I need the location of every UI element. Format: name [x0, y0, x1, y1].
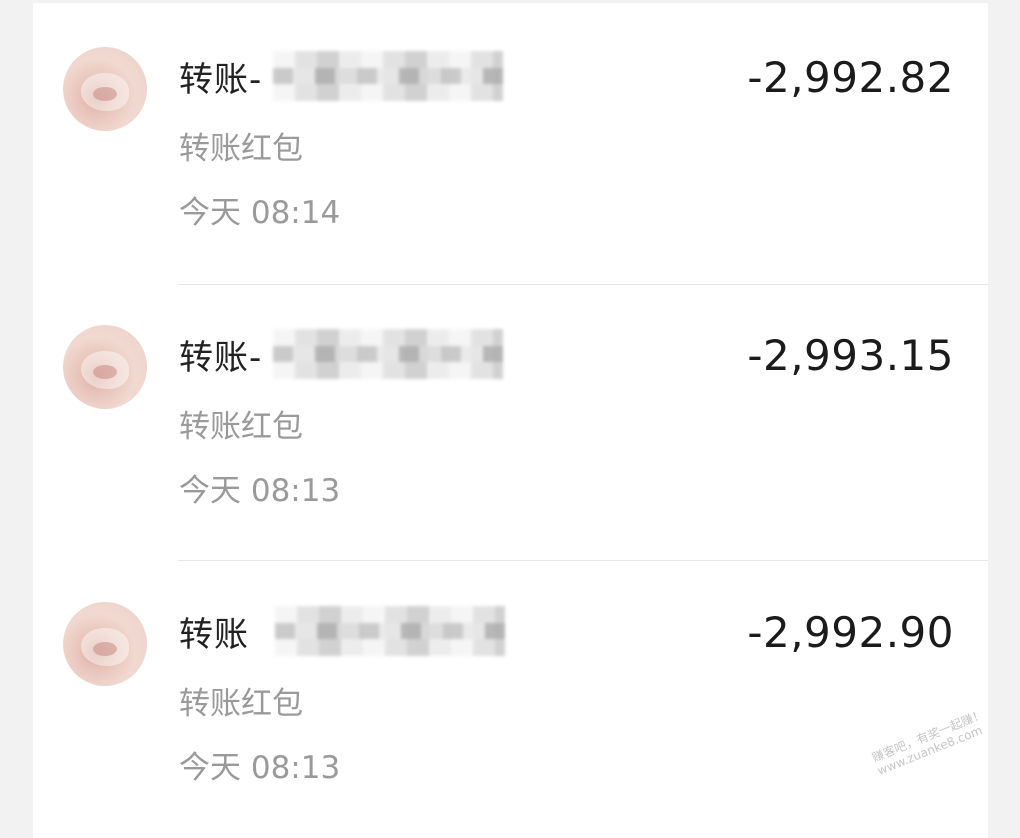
- transaction-category: 转账红包: [179, 686, 303, 722]
- list-item[interactable]: 转账- 转账红包 今天 08:13 -2,993.15: [33, 281, 988, 559]
- avatar: [63, 325, 147, 409]
- transaction-amount: -2,993.15: [747, 331, 954, 380]
- transaction-title: 转账: [179, 606, 505, 656]
- list-item[interactable]: 转账 转账红包 今天 08:13 -2,992.90: [33, 558, 988, 836]
- redacted-name: [275, 606, 505, 656]
- list-item[interactable]: 转账- 转账红包 今天 08:14 -2,992.82: [33, 3, 988, 281]
- avatar: [63, 602, 147, 686]
- avatar: [63, 47, 147, 131]
- transaction-time: 今天 08:13: [179, 750, 341, 786]
- transaction-title-text: 转账: [179, 614, 249, 655]
- transaction-title-text: 转账-: [179, 337, 263, 378]
- transaction-title: 转账-: [179, 51, 503, 101]
- transaction-time: 今天 08:14: [179, 195, 341, 231]
- transaction-title-text: 转账-: [179, 59, 263, 100]
- redacted-name: [273, 51, 503, 101]
- transaction-time: 今天 08:13: [179, 473, 341, 509]
- transaction-amount: -2,992.90: [747, 608, 954, 657]
- transaction-category: 转账红包: [179, 131, 303, 167]
- transaction-category: 转账红包: [179, 409, 303, 445]
- transaction-amount: -2,992.82: [747, 53, 954, 102]
- transaction-title: 转账-: [179, 329, 503, 379]
- redacted-name: [273, 329, 503, 379]
